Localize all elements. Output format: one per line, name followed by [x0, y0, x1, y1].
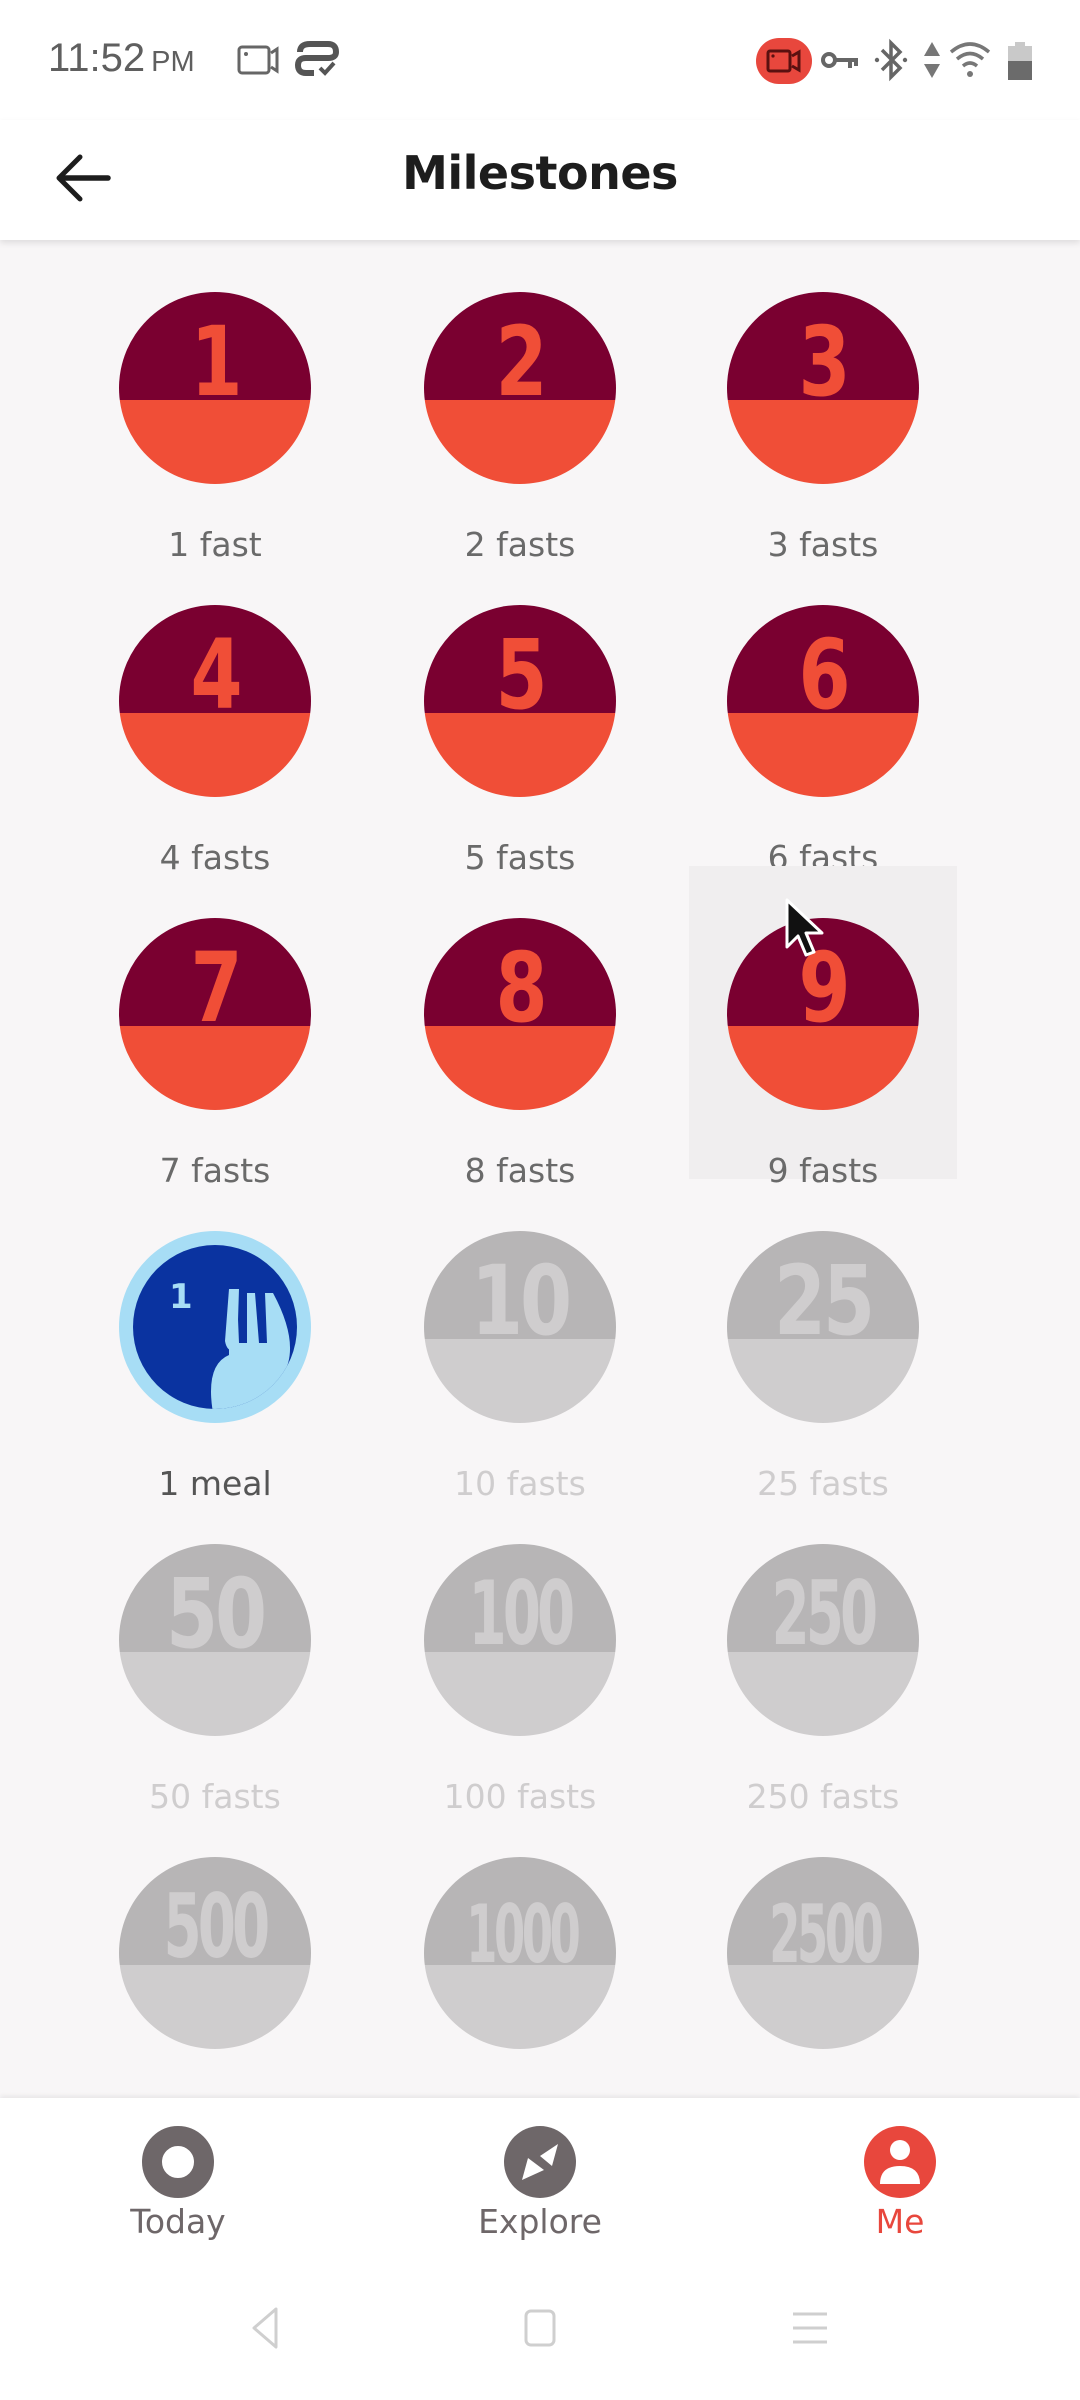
milestone-badge-number: 50	[166, 1558, 267, 1670]
milestone-item[interactable]: 66 fasts	[689, 553, 957, 877]
milestone-item[interactable]: 55 fasts	[386, 553, 654, 877]
nav-tab-me[interactable]: Me	[800, 2098, 1000, 2260]
system-back-button[interactable]	[236, 2300, 296, 2360]
bottom-navigation: Today Explore Me	[0, 2098, 1080, 2260]
milestone-badge-number: 1	[190, 306, 243, 418]
sync-check-icon	[294, 40, 340, 85]
home-square-icon	[520, 2306, 560, 2355]
milestone-item[interactable]: 11 meal	[81, 1179, 349, 1503]
battery-icon	[1008, 42, 1032, 80]
milestone-badge-number: 8	[495, 932, 548, 1044]
nav-tab-today[interactable]: Today	[78, 2098, 278, 2260]
recents-menu-icon	[790, 2306, 830, 2355]
wifi-icon	[948, 40, 992, 85]
system-recents-button[interactable]	[780, 2300, 840, 2360]
milestone-item[interactable]: 2500	[689, 1805, 957, 2098]
milestone-badge: 25	[727, 1231, 919, 1423]
milestone-badge: 50	[119, 1544, 311, 1736]
milestone-item[interactable]: 500	[81, 1805, 349, 2098]
milestone-badge-number: 1000	[466, 1888, 581, 1981]
milestone-badge: 8	[424, 918, 616, 1110]
milestone-badge: 5	[424, 605, 616, 797]
milestone-item[interactable]: 50 50 fasts	[81, 1492, 349, 1816]
milestone-item[interactable]: 1000	[386, 1805, 654, 2098]
milestone-item[interactable]: 33 fasts	[689, 240, 957, 564]
milestone-badge-number: 500	[163, 1875, 270, 1978]
milestone-item[interactable]: 77 fasts	[81, 866, 349, 1190]
milestone-badge: 3	[727, 292, 919, 484]
milestone-badge: 1000	[424, 1857, 616, 2049]
nav-label-explore: Explore	[478, 2202, 602, 2241]
milestone-badge-number: 3	[798, 306, 851, 418]
milestone-badge-number: 2	[495, 306, 548, 418]
status-time: 11:52 PM	[48, 36, 195, 81]
milestone-item[interactable]: 22 fasts	[386, 240, 654, 564]
milestone-badge: 250	[727, 1544, 919, 1736]
nav-tab-explore[interactable]: Explore	[440, 2098, 640, 2260]
fork-icon	[211, 1289, 291, 1409]
milestone-badge-number: 7	[190, 932, 243, 1044]
milestone-badge-number: 1	[169, 1277, 193, 1317]
screen-record-icon	[237, 44, 281, 81]
ring-icon	[142, 2126, 214, 2198]
status-time-value: 11:52	[48, 36, 146, 80]
milestone-badge-number: 25	[774, 1245, 875, 1357]
recording-active-icon	[756, 38, 812, 84]
milestone-badge-number: 100	[468, 1562, 575, 1665]
nav-label-today: Today	[130, 2202, 226, 2241]
milestone-badge: 4	[119, 605, 311, 797]
milestone-badge-number: 4	[190, 619, 243, 731]
nav-label-me: Me	[875, 2202, 925, 2241]
status-bar: 11:52 PM	[0, 0, 1080, 120]
profile-icon	[864, 2126, 936, 2198]
back-triangle-icon	[246, 2306, 286, 2355]
milestone-badge-number: 6	[798, 619, 851, 731]
milestone-badge-number: 2500	[769, 1888, 884, 1981]
milestone-item[interactable]: 100 100 fasts	[386, 1492, 654, 1816]
mouse-cursor	[784, 897, 830, 968]
compass-icon	[504, 2126, 576, 2198]
app-header: Milestones	[0, 120, 1080, 240]
milestone-badge: 10	[424, 1231, 616, 1423]
milestones-grid: 11 fast 2 2 fasts 3 3 fasts 4 4 fasts 5 5 fasts 6…	[0, 240, 1080, 2098]
milestone-badge: 7	[119, 918, 311, 1110]
milestone-item[interactable]: 88 fasts	[386, 866, 654, 1190]
data-arrows-icon	[922, 40, 942, 85]
milestone-item[interactable]: 25 25 fasts	[689, 1179, 957, 1503]
milestone-item[interactable]: 250 250 fasts	[689, 1492, 957, 1816]
system-home-button[interactable]	[510, 2300, 570, 2360]
page-title: Milestones	[402, 146, 678, 200]
milestone-badge-number: 5	[495, 619, 548, 731]
milestone-badge: 6	[727, 605, 919, 797]
milestone-badge-number: 10	[471, 1245, 572, 1357]
milestone-badge: 2500	[727, 1857, 919, 2049]
bluetooth-icon	[874, 38, 908, 87]
milestone-badge-number: 250	[771, 1562, 878, 1665]
system-navigation-bar	[0, 2260, 1080, 2400]
vpn-key-icon	[820, 46, 860, 81]
milestone-badge: 500	[119, 1857, 311, 2049]
milestone-badge: 1	[119, 292, 311, 484]
status-time-ampm: PM	[151, 46, 195, 78]
milestone-item[interactable]: 44 fasts	[81, 553, 349, 877]
milestone-item[interactable]: 10 10 fasts	[386, 1179, 654, 1503]
milestone-badge: 2	[424, 292, 616, 484]
milestone-item[interactable]: 11 fast	[81, 240, 349, 564]
milestone-badge: 100	[424, 1544, 616, 1736]
milestone-badge: 1	[119, 1231, 311, 1423]
